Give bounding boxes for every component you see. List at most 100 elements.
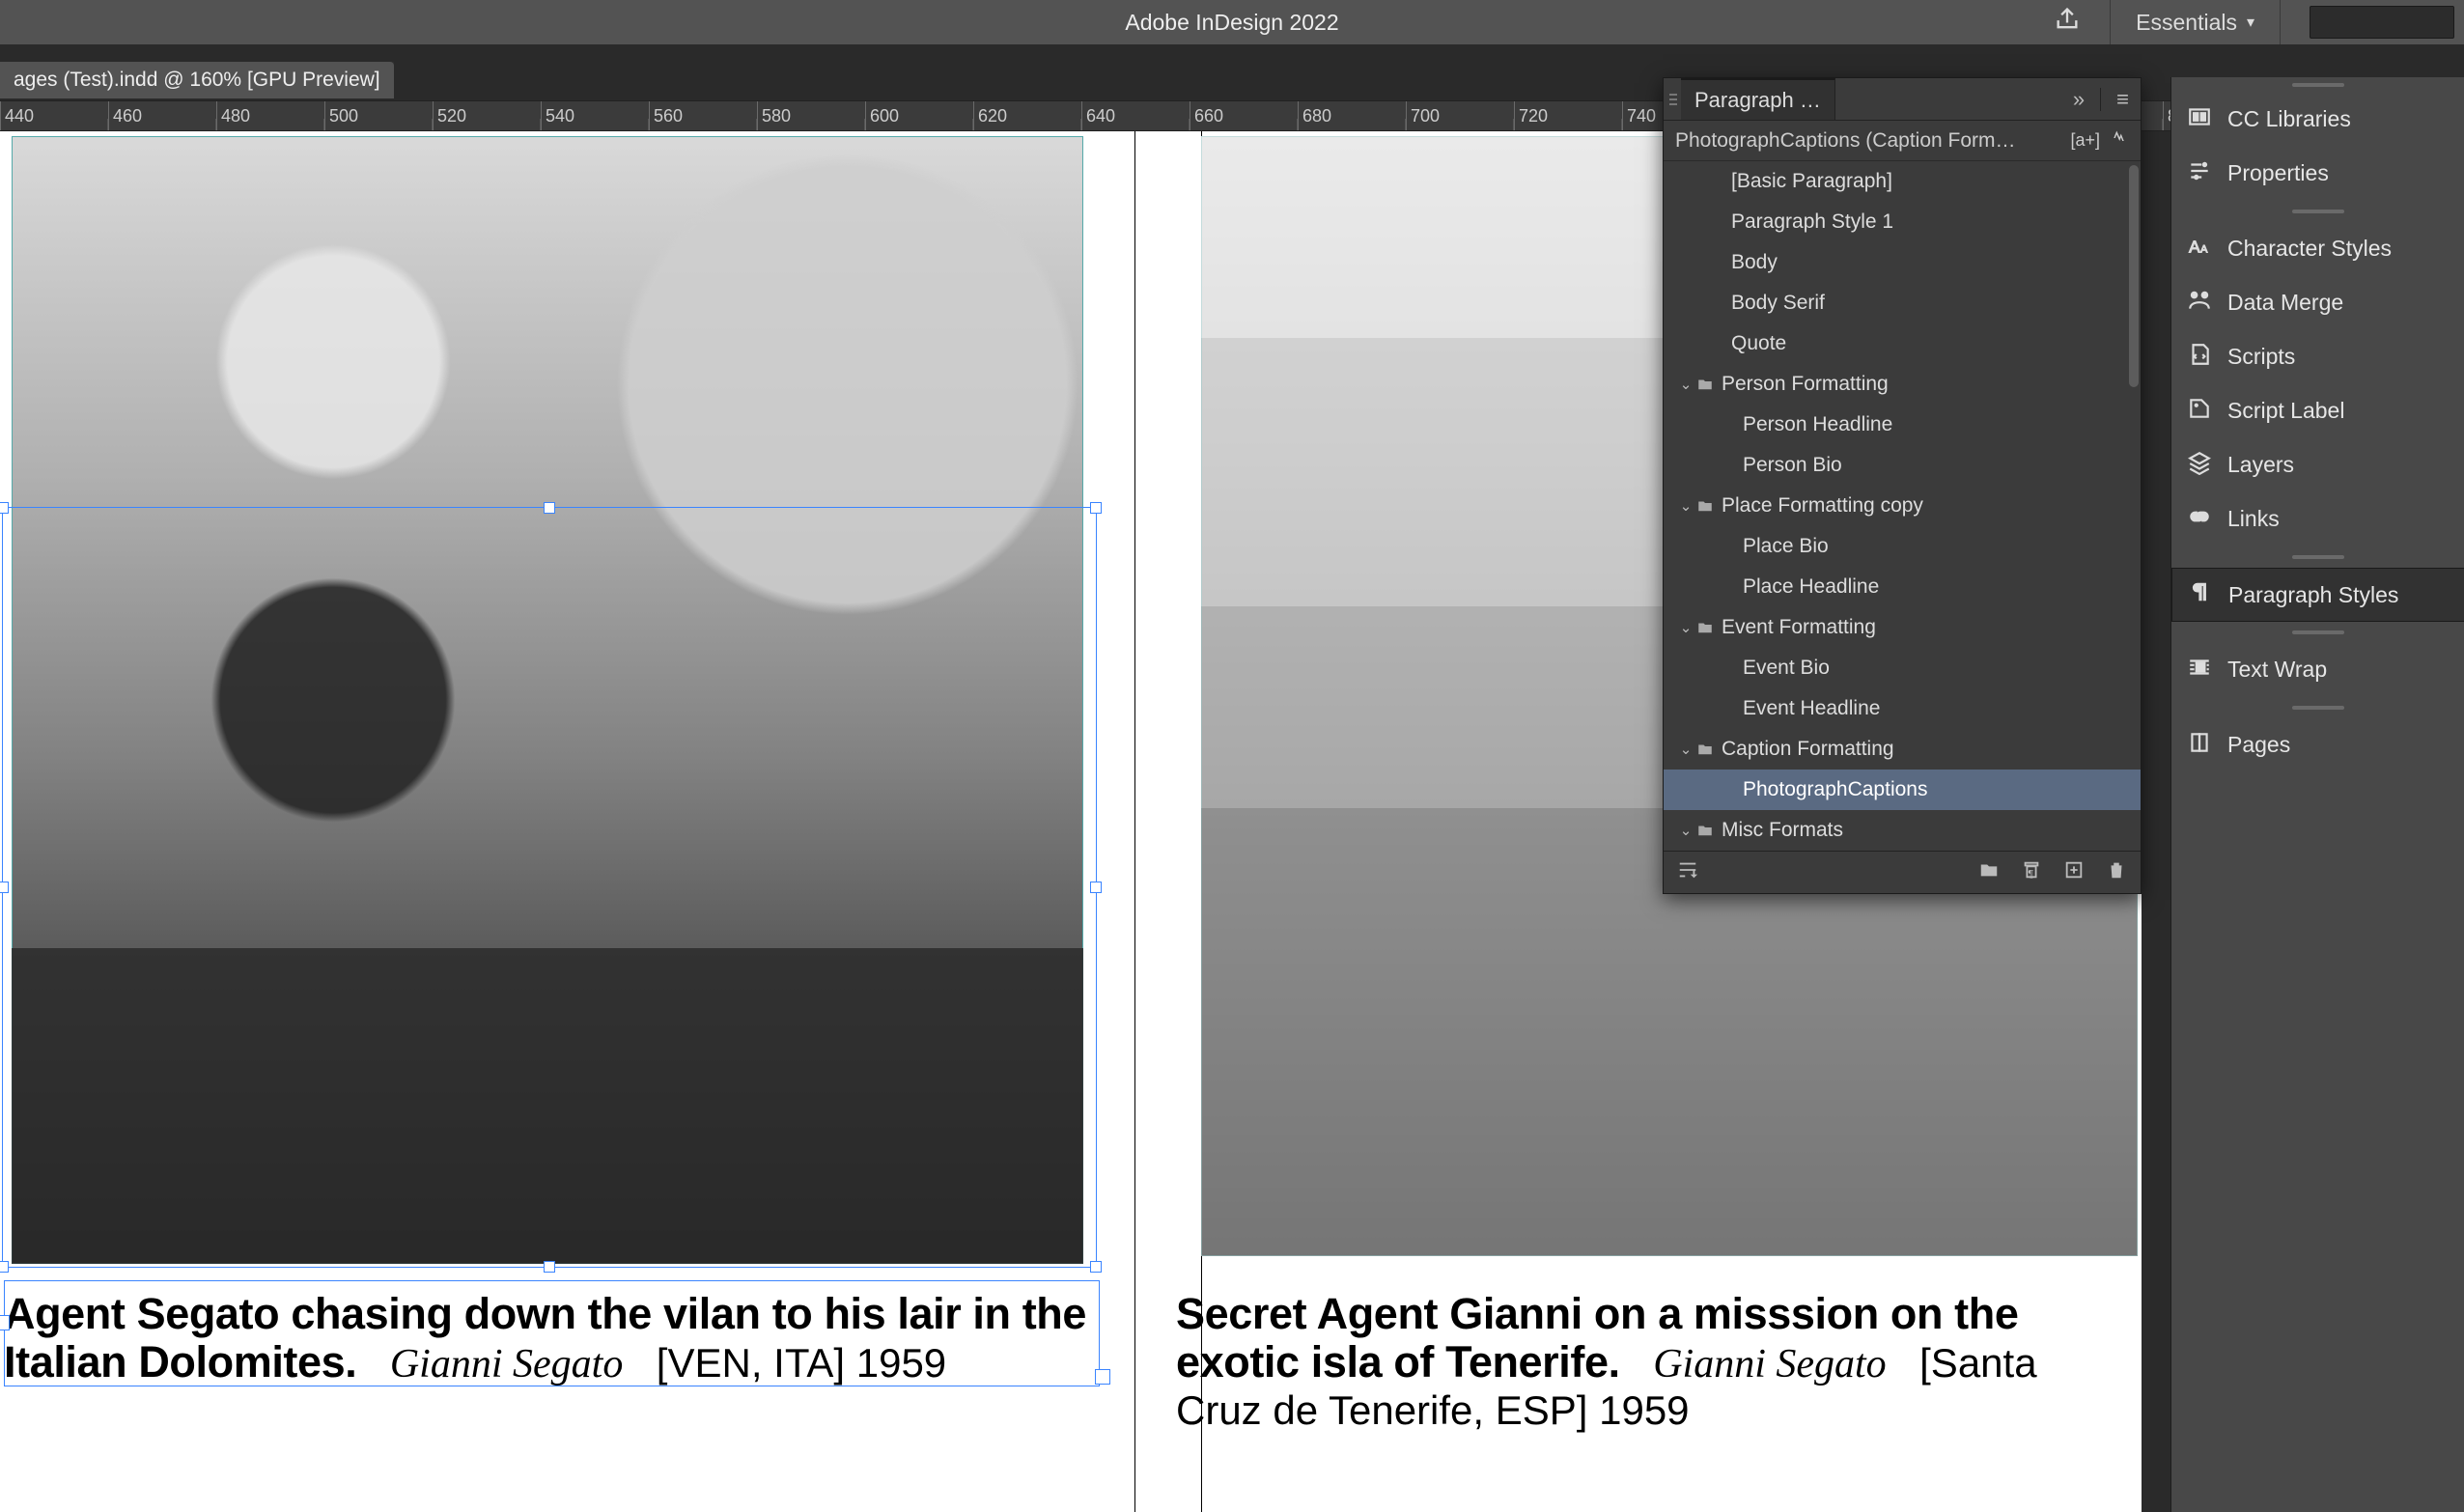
style-label: [Basic Paragraph] (1675, 170, 1892, 193)
caption-frame-right[interactable]: Secret Agent Gianni on a misssion on the… (1176, 1290, 2132, 1434)
scripts-icon (2187, 342, 2212, 373)
folder-icon (1696, 741, 1722, 758)
disclosure-icon[interactable]: ⌄ (1675, 497, 1696, 515)
ruler-tick: 500 (324, 101, 433, 130)
dock-item-scripts[interactable]: Scripts (2171, 330, 2464, 384)
dock-item-label: Links (2227, 506, 2280, 532)
caption-frame-left[interactable]: Agent Segato chasing down the vilan to h… (4, 1290, 1100, 1387)
style-label: Place Headline (1675, 575, 1879, 599)
ruler-tick: 580 (757, 101, 865, 130)
style-label: Body (1675, 251, 1778, 274)
style-item[interactable]: PhotographCaptions (1664, 770, 2141, 810)
ruler-tick: 600 (865, 101, 973, 130)
cc-libraries-icon (2187, 104, 2212, 135)
text-in-port[interactable] (0, 1315, 10, 1330)
style-label: PhotographCaptions (1675, 778, 1927, 801)
style-label: Body Serif (1675, 292, 1825, 315)
map-styles-icon[interactable] (1677, 859, 1698, 886)
chevron-down-icon: ▾ (2247, 13, 2254, 32)
style-item[interactable]: Place Headline (1664, 567, 2141, 607)
style-label: Person Headline (1675, 413, 1892, 436)
folder-icon (1696, 822, 1722, 839)
ruler-tick: 480 (216, 101, 324, 130)
style-item[interactable]: Event Headline (1664, 688, 2141, 729)
dock-separator[interactable] (2171, 697, 2464, 718)
style-item[interactable]: Body Serif (1664, 283, 2141, 323)
dock-item-properties[interactable]: Properties (2171, 147, 2464, 201)
search-input[interactable] (2310, 6, 2454, 39)
style-label: Place Bio (1675, 535, 1829, 558)
disclosure-icon[interactable]: ⌄ (1675, 741, 1696, 758)
style-label: Quote (1675, 332, 1786, 355)
dock-separator[interactable] (2171, 546, 2464, 568)
dock-separator[interactable] (2171, 201, 2464, 222)
style-label: Caption Formatting (1722, 738, 1894, 761)
style-folder[interactable]: ⌄ Misc Formats (1664, 810, 2141, 851)
dock-item-label: Paragraph Styles (2228, 582, 2398, 608)
dock-item-layers[interactable]: Layers (2171, 438, 2464, 492)
style-item[interactable]: Event Bio (1664, 648, 2141, 688)
image-frame-left[interactable] (12, 136, 1083, 1264)
style-folder[interactable]: ⌄ Place Formatting copy (1664, 486, 2141, 526)
caption-author: Gianni Segato (1653, 1342, 1886, 1386)
style-label: Misc Formats (1722, 819, 1843, 842)
style-item[interactable]: Place Bio (1664, 526, 2141, 567)
style-label: Place Formatting copy (1722, 494, 1923, 518)
style-folder[interactable]: ⌄ Person Formatting (1664, 364, 2141, 405)
dock-item-pages[interactable]: Pages (2171, 718, 2464, 772)
panel-grip[interactable] (1664, 78, 1681, 120)
dock-item-script-label[interactable]: Script Label (2171, 384, 2464, 438)
dock-grip[interactable] (2171, 77, 2464, 93)
panel-menu-icon[interactable]: ≡ (2116, 87, 2129, 112)
ruler-tick: 720 (1514, 101, 1622, 130)
dock-item-paragraph-styles[interactable]: Paragraph Styles (2171, 568, 2464, 622)
style-item[interactable]: Body (1664, 242, 2141, 283)
current-style-label: PhotographCaptions (Caption Form… (1675, 129, 2016, 153)
ruler-tick: 560 (649, 101, 757, 130)
document-tab[interactable]: ages (Test).indd @ 160% [GPU Preview] (0, 62, 394, 98)
panel-dock: CC Libraries Properties AACharacter Styles… (2170, 77, 2464, 1512)
dock-item-text-wrap[interactable]: Text Wrap (2171, 643, 2464, 697)
style-folder[interactable]: ⌄ Caption Formatting (1664, 729, 2141, 770)
clear-overrides-icon[interactable]: ¶ (2021, 859, 2042, 886)
dock-item-links[interactable]: Links (2171, 492, 2464, 546)
style-folder[interactable]: ⌄Event Formatting (1664, 607, 2141, 648)
collapse-icon[interactable]: » (2073, 87, 2085, 112)
style-item[interactable]: [Basic Paragraph] (1664, 161, 2141, 202)
disclosure-icon[interactable]: ⌄ (1675, 619, 1696, 636)
folder-icon (1696, 619, 1722, 636)
style-list: [Basic Paragraph] Paragraph Style 1 Body Bo… (1664, 161, 2141, 851)
disclosure-icon[interactable]: ⌄ (1675, 822, 1696, 839)
style-label: Event Headline (1675, 697, 1880, 720)
dock-separator[interactable] (2171, 622, 2464, 643)
data-merge-icon (2187, 288, 2212, 319)
text-out-port[interactable] (1095, 1369, 1110, 1385)
dock-item-data-merge[interactable]: Data Merge (2171, 276, 2464, 330)
new-folder-icon[interactable] (1978, 859, 2000, 886)
panel-tab-bar: Paragraph … » ≡ (1664, 78, 2141, 121)
dock-item-label: CC Libraries (2227, 106, 2351, 132)
dock-item-character-styles[interactable]: AACharacter Styles (2171, 222, 2464, 276)
share-icon[interactable] (2054, 6, 2081, 39)
dock-item-label: Character Styles (2227, 236, 2392, 262)
new-style-icon[interactable] (2063, 859, 2085, 886)
style-label: Person Formatting (1722, 373, 1889, 396)
paragraph-styles-panel: Paragraph … » ≡ PhotographCaptions (Capt… (1663, 77, 2142, 894)
app-bar: Adobe InDesign 2022 Essentials ▾ (0, 0, 2464, 44)
style-item[interactable]: Paragraph Style 1 (1664, 202, 2141, 242)
workspace-switcher[interactable]: Essentials ▾ (2110, 0, 2281, 44)
clear-override-icon[interactable] (2112, 129, 2129, 153)
style-item[interactable]: Person Headline (1664, 405, 2141, 445)
style-item[interactable]: Person Bio (1664, 445, 2141, 486)
links-icon (2187, 504, 2212, 535)
dock-item-cc-libraries[interactable]: CC Libraries (2171, 93, 2464, 147)
layers-icon (2187, 450, 2212, 481)
disclosure-icon[interactable]: ⌄ (1675, 376, 1696, 393)
scrollbar-thumb[interactable] (2129, 165, 2139, 387)
override-badge[interactable]: [a+] (2070, 130, 2100, 151)
dock-item-label: Properties (2227, 160, 2329, 186)
style-item[interactable]: Quote (1664, 323, 2141, 364)
panel-tab[interactable]: Paragraph … (1681, 78, 1835, 120)
ruler-tick: 700 (1406, 101, 1514, 130)
delete-icon[interactable] (2106, 859, 2127, 886)
